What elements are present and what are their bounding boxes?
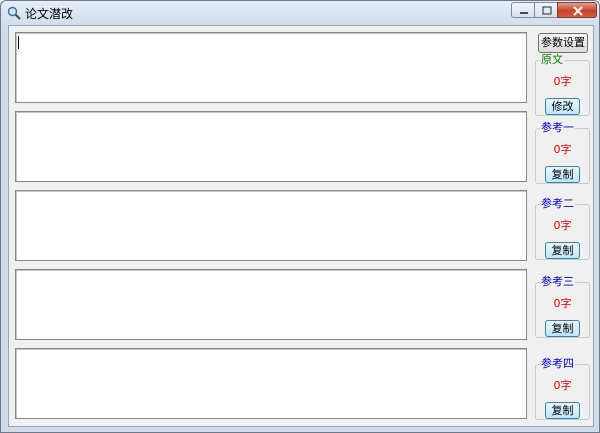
original-text-area[interactable] <box>15 32 527 103</box>
char-count-original: 0字 <box>553 75 572 88</box>
char-count-reference-3: 0字 <box>553 297 572 310</box>
copy-button-reference-4[interactable]: 复制 <box>545 402 580 419</box>
close-icon <box>573 6 583 16</box>
group-label-reference-3: 参考三 <box>540 275 575 289</box>
maximize-button[interactable] <box>534 2 558 18</box>
reference-4-group: 参考四 0字 复制 <box>535 357 590 420</box>
reference-3-text-area[interactable] <box>15 269 527 340</box>
copy-button-reference-1[interactable]: 复制 <box>545 166 580 183</box>
group-label-original: 原文 <box>540 53 564 67</box>
group-label-reference-2: 参考二 <box>540 197 575 211</box>
minimize-button[interactable] <box>511 2 535 18</box>
reference-1-group: 参考一 0字 复制 <box>535 121 590 184</box>
copy-button-reference-3[interactable]: 复制 <box>545 320 580 337</box>
group-label-reference-4: 参考四 <box>540 357 575 371</box>
reference-2-text-area[interactable] <box>15 190 527 261</box>
char-count-reference-2: 0字 <box>553 219 572 232</box>
reference-2-group: 参考二 0字 复制 <box>535 197 590 260</box>
title-bar[interactable]: 论文潜改 <box>1 1 599 25</box>
reference-4-text-area[interactable] <box>15 348 527 419</box>
original-group: 原文 0字 修改 <box>535 53 590 116</box>
reference-1-text-area[interactable] <box>15 111 527 182</box>
window-title: 论文潜改 <box>25 7 74 21</box>
char-count-reference-4: 0字 <box>553 379 572 392</box>
client-area: 参数设置 原文 0字 修改 参考一 0字 复制 参考二 0字 复制 参考三 0字… <box>8 25 594 427</box>
copy-button-reference-2[interactable]: 复制 <box>545 242 580 259</box>
app-window: 论文潜改 参数设置 原文 0字 修改 参考一 0字 复制 参考二 0字 复制 参… <box>0 0 600 433</box>
modify-button[interactable]: 修改 <box>545 98 580 115</box>
group-label-reference-1: 参考一 <box>540 121 575 135</box>
char-count-reference-1: 0字 <box>553 143 572 156</box>
close-button[interactable] <box>557 2 597 18</box>
magnifier-icon <box>7 6 21 20</box>
text-caret <box>18 36 19 49</box>
settings-button[interactable]: 参数设置 <box>538 33 588 53</box>
reference-3-group: 参考三 0字 复制 <box>535 275 590 338</box>
